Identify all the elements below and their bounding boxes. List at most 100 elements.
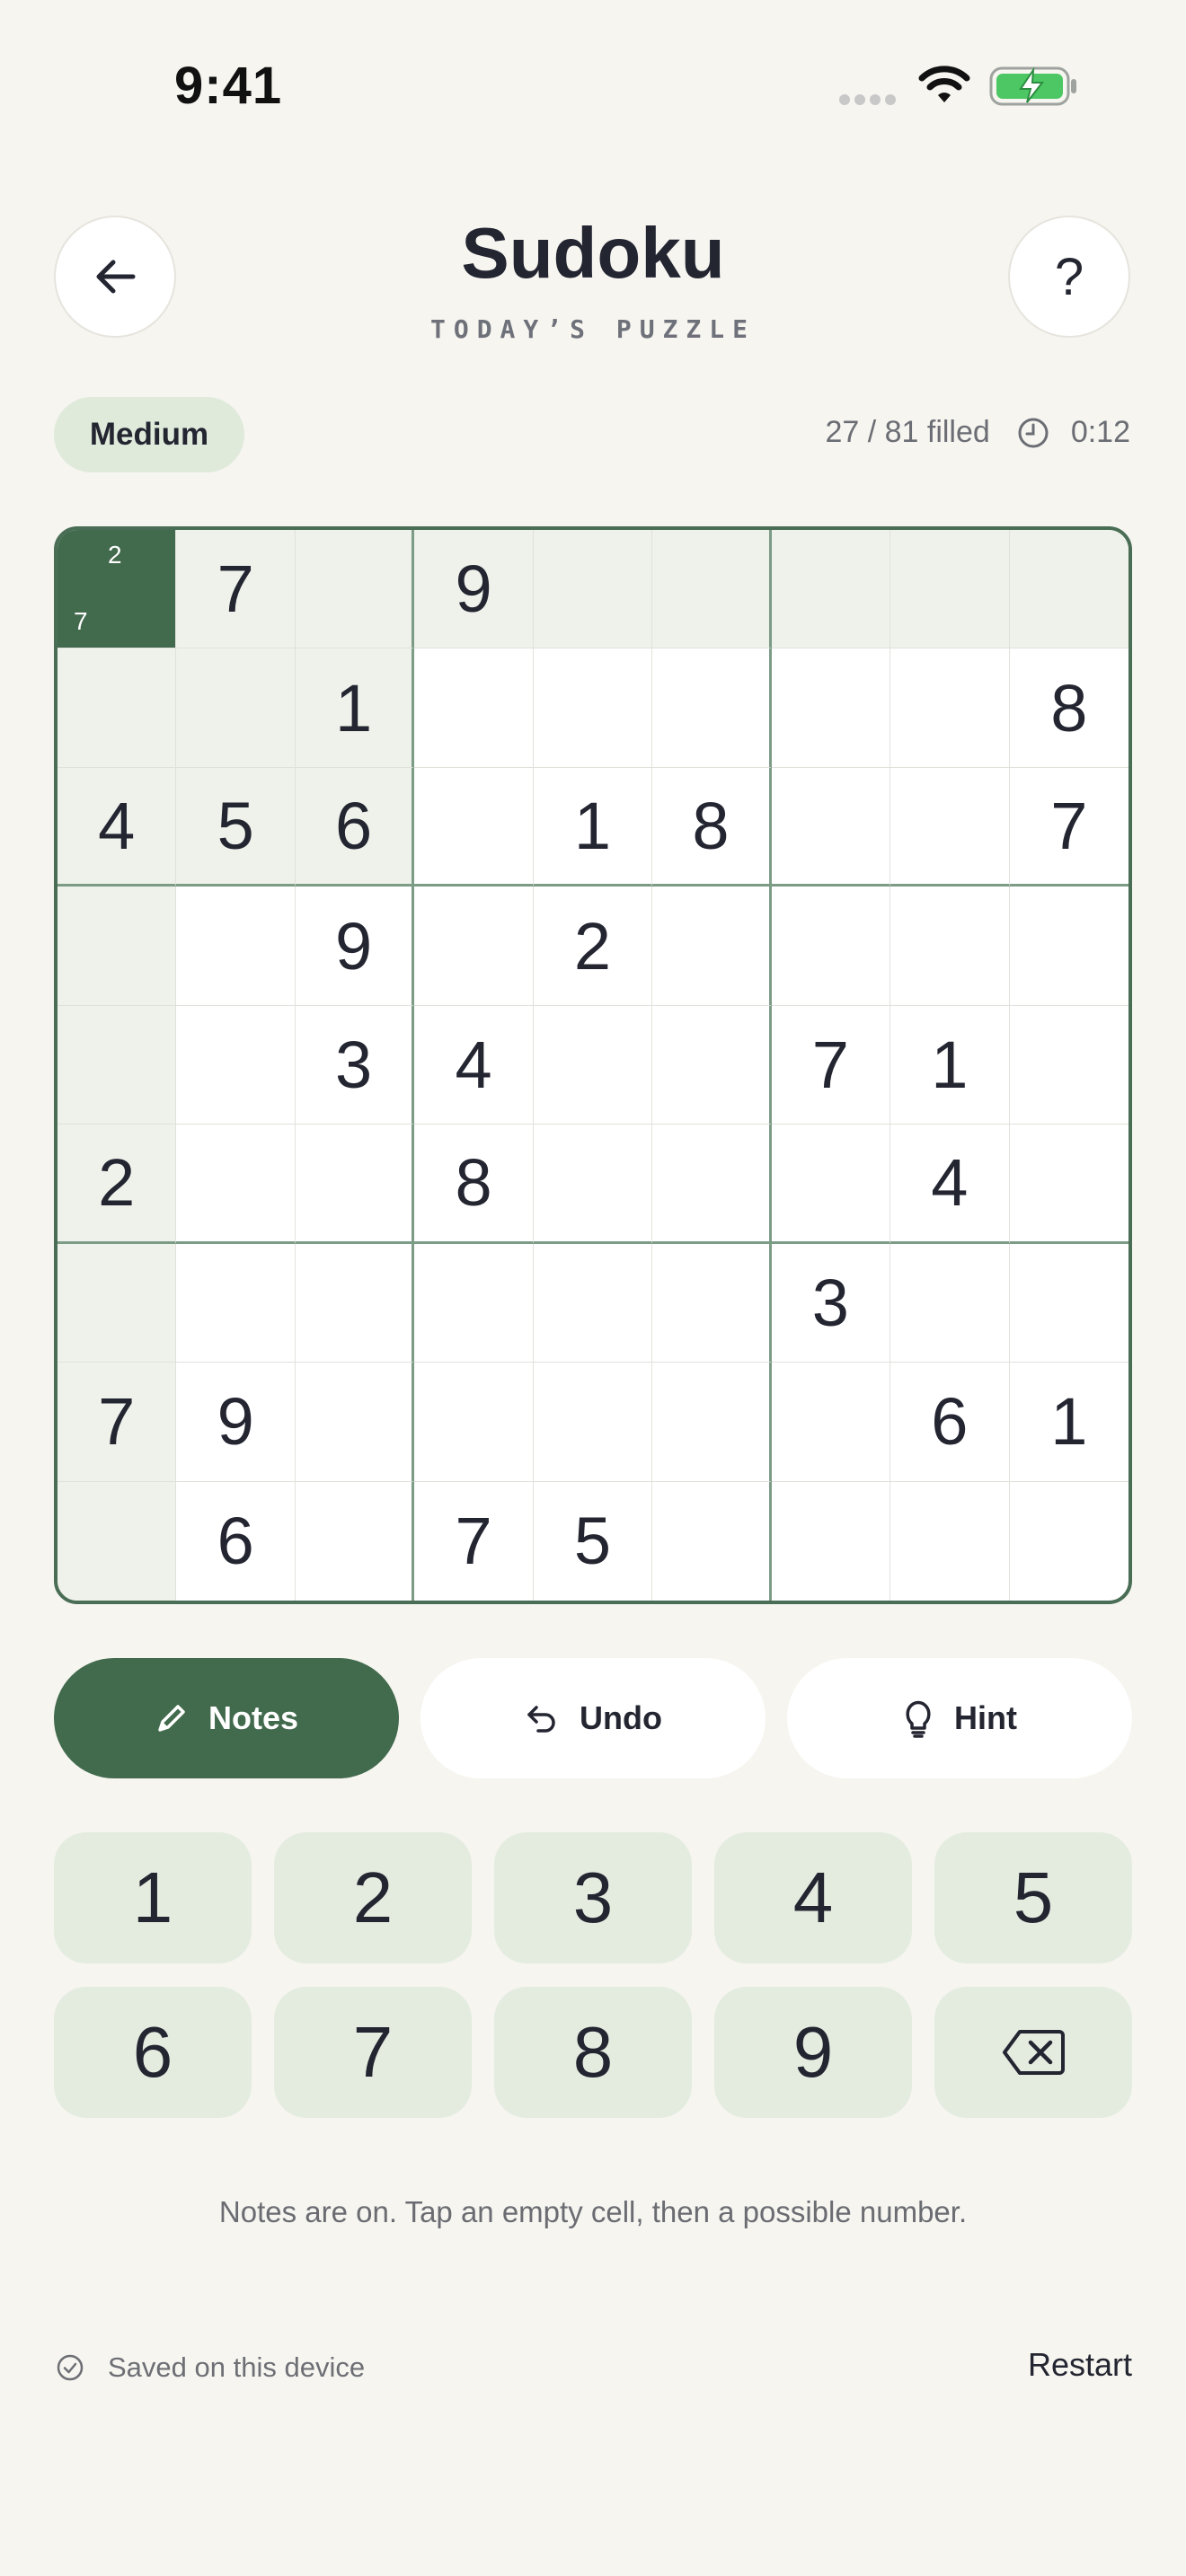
grid-cell[interactable] [414,1243,534,1363]
grid-cell[interactable] [771,767,891,887]
grid-cell[interactable]: 1 [533,767,653,887]
grid-cell[interactable] [414,767,534,887]
grid-cell[interactable]: 27 [58,530,177,649]
grid-cell[interactable] [176,1125,296,1244]
grid-cell[interactable] [295,1243,415,1363]
grid-cell[interactable] [296,1481,415,1601]
grid-cell[interactable] [652,1363,772,1482]
grid-cell[interactable] [533,1005,653,1125]
grid-cell[interactable] [652,1005,772,1125]
grid-cell[interactable] [176,1005,296,1125]
keypad-key-1[interactable]: 1 [54,1832,252,1963]
delete-button[interactable] [934,1987,1132,2118]
keypad-key-6[interactable]: 6 [54,1987,252,2118]
grid-cell[interactable] [58,1243,177,1363]
cell-value: 7 [98,1384,136,1460]
grid-cell[interactable]: 4 [890,1125,1010,1244]
keypad-key-8[interactable]: 8 [494,1987,692,2118]
grid-cell[interactable]: 2 [58,1125,177,1244]
grid-cell[interactable]: 5 [176,767,296,887]
grid-cell[interactable] [772,1481,891,1601]
grid-cell[interactable] [295,1363,415,1482]
restart-button[interactable]: Restart [1028,2346,1132,2384]
hint-button[interactable]: Hint [787,1658,1132,1778]
grid-cell[interactable] [58,887,177,1006]
grid-cell[interactable] [1009,1244,1128,1363]
grid-cell[interactable] [58,1481,177,1601]
grid-cell[interactable] [652,648,772,768]
grid-cell[interactable]: 1 [1009,1363,1128,1482]
grid-cell[interactable] [414,887,534,1006]
keypad-key-2[interactable]: 2 [274,1832,472,1963]
grid-cell[interactable]: 5 [534,1481,653,1601]
grid-cell[interactable] [295,530,415,649]
grid-cell[interactable] [1009,530,1128,649]
undo-button[interactable]: Undo [420,1658,766,1778]
grid-cell[interactable]: 8 [652,767,772,887]
grid-cell[interactable] [890,1481,1010,1601]
grid-cell[interactable] [890,648,1010,768]
grid-cell[interactable] [533,1243,653,1363]
grid-cell[interactable] [176,648,296,768]
keypad-key-4[interactable]: 4 [714,1832,912,1963]
keypad-key-5[interactable]: 5 [934,1832,1132,1963]
grid-cell[interactable]: 4 [414,1005,534,1125]
grid-cell[interactable] [652,1481,772,1601]
grid-cell[interactable]: 1 [295,648,415,768]
notes-button[interactable]: Notes [54,1658,399,1778]
grid-cell[interactable] [1009,1006,1128,1125]
grid-cell[interactable]: 9 [176,1363,296,1482]
grid-cell[interactable]: 6 [295,767,415,887]
grid-cell[interactable] [890,530,1010,649]
grid-cell[interactable] [652,887,772,1006]
grid-cell[interactable]: 4 [58,767,177,887]
grid-cell[interactable]: 7 [414,1481,534,1601]
battery-charging-icon [989,66,1076,106]
grid-cell[interactable] [58,648,177,768]
grid-cell[interactable] [533,530,653,649]
grid-cell[interactable] [771,887,891,1006]
grid-cell[interactable] [1009,1125,1128,1244]
keypad-key-9[interactable]: 9 [714,1987,912,2118]
grid-cell[interactable]: 3 [771,1243,891,1363]
grid-cell[interactable] [890,887,1010,1006]
grid-cell[interactable]: 9 [295,887,415,1006]
grid-cell[interactable] [771,530,891,649]
grid-cell[interactable] [771,1363,891,1482]
grid-cell[interactable]: 7 [1009,768,1128,887]
grid-cell[interactable] [414,1363,534,1482]
cell-value: 3 [811,1265,849,1340]
grid-cell[interactable] [176,887,296,1006]
help-button[interactable]: ? [1008,216,1130,338]
grid-cell[interactable] [771,1125,891,1244]
grid-cell[interactable]: 3 [295,1005,415,1125]
grid-cell[interactable] [1010,1482,1128,1601]
keypad-key-7[interactable]: 7 [274,1987,472,2118]
grid-cell[interactable] [890,1243,1010,1363]
grid-cell[interactable] [533,648,653,768]
grid-cell[interactable]: 7 [771,1005,891,1125]
grid-cell[interactable] [58,1005,177,1125]
grid-cell[interactable] [176,1243,296,1363]
grid-cell[interactable]: 7 [58,1363,177,1482]
grid-cell[interactable]: 2 [533,887,653,1006]
grid-cell[interactable] [414,648,534,768]
grid-cell[interactable]: 9 [414,530,534,649]
grid-cell[interactable] [652,1243,772,1363]
grid-cell[interactable]: 1 [890,1005,1010,1125]
grid-cell[interactable]: 8 [1009,648,1128,768]
grid-cell[interactable] [652,530,772,649]
grid-cell[interactable]: 6 [176,1481,296,1601]
cell-value: 5 [217,789,254,864]
keypad-key-3[interactable]: 3 [494,1832,692,1963]
grid-cell[interactable] [1009,887,1128,1006]
grid-cell[interactable] [890,767,1010,887]
grid-cell[interactable] [771,648,891,768]
grid-cell[interactable]: 7 [176,530,296,649]
grid-cell[interactable]: 8 [414,1125,534,1244]
grid-cell[interactable]: 6 [890,1363,1010,1482]
grid-cell[interactable] [652,1125,772,1244]
grid-cell[interactable] [533,1363,653,1482]
grid-cell[interactable] [533,1125,653,1244]
grid-cell[interactable] [295,1125,415,1244]
